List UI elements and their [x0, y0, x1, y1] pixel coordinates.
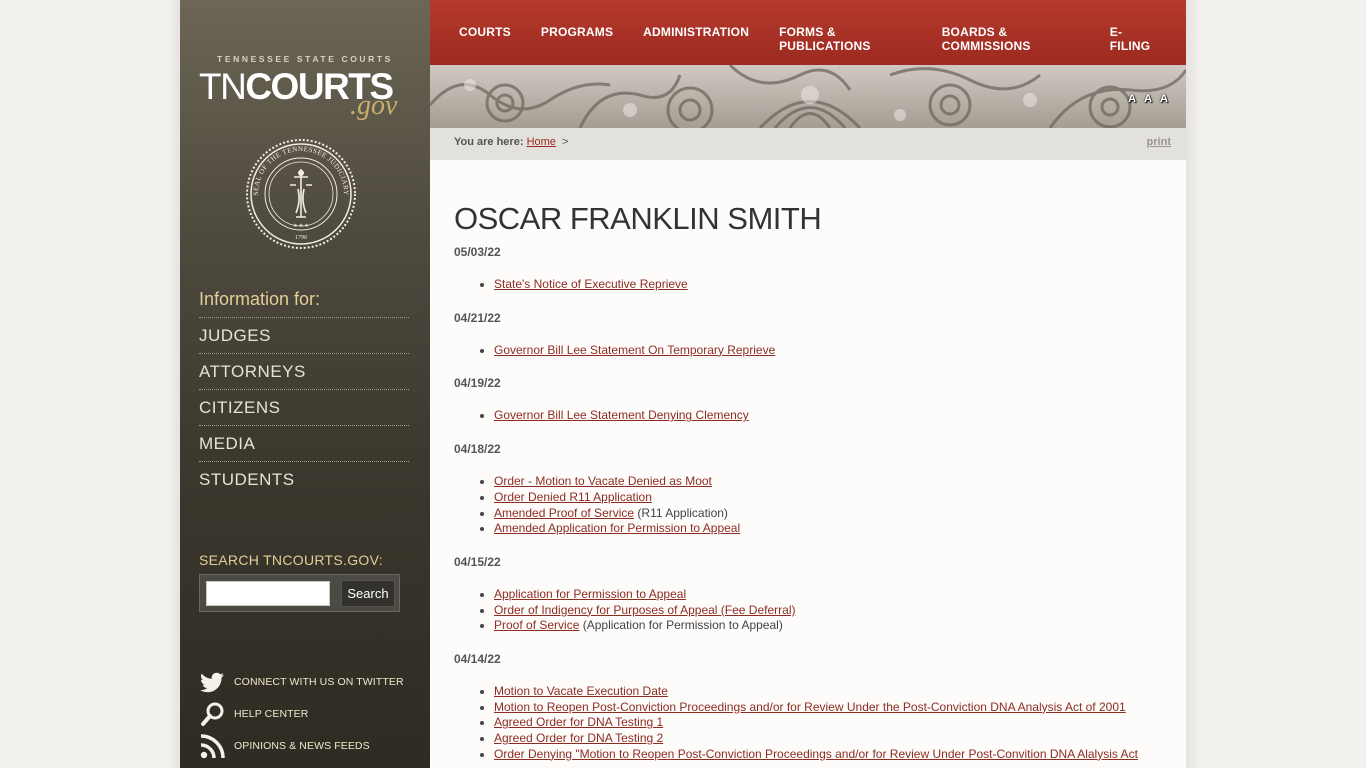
list-item: Order Denied R11 Application	[494, 490, 1164, 506]
document-note: (R11 Application)	[637, 505, 728, 520]
breadcrumb: You are here: Home >	[454, 136, 568, 148]
nav-boards-commissions[interactable]: BOARDS & COMMISSIONS	[942, 25, 1080, 53]
document-link[interactable]: Agreed Order for DNA Testing 2	[494, 731, 663, 745]
nav-programs[interactable]: PROGRAMS	[541, 25, 613, 53]
document-link[interactable]: Order Denied R11 Application	[494, 490, 652, 504]
list-item: Application for Permission to Appeal	[494, 587, 1164, 603]
document-list-section: Governor Bill Lee Statement Denying Clem…	[494, 408, 1164, 424]
list-item: Agreed Order for DNA Testing 2	[494, 731, 1164, 747]
section-date: 04/18/22	[454, 442, 501, 457]
logo-tn: TN	[199, 66, 247, 107]
document-note: (Application for Permission to Appeal)	[582, 618, 783, 633]
document-link[interactable]: Application for Permission to Appeal	[494, 587, 686, 601]
search-button[interactable]: Search	[341, 580, 395, 607]
section-date: 04/14/22	[454, 652, 501, 667]
nav-forms-publications[interactable]: FORMS & PUBLICATIONS	[779, 25, 912, 53]
document-link[interactable]: State's Notice of Executive Reprieve	[494, 277, 688, 291]
list-item: Governor Bill Lee Statement Denying Clem…	[494, 408, 1164, 424]
list-item: State's Notice of Executive Reprieve	[494, 277, 1164, 293]
section-date: 04/21/22	[454, 310, 501, 325]
audience-nav-citizens[interactable]: CITIZENS	[199, 389, 409, 425]
document-link[interactable]: Proof of Service	[494, 618, 579, 632]
audience-nav: JUDGES ATTORNEYS CITIZENS MEDIA STUDENTS	[199, 317, 409, 497]
info-for-heading: Information for:	[199, 289, 321, 309]
list-item: Order of Indigency for Purposes of Appea…	[494, 603, 1164, 619]
breadcrumb-bar: You are here: Home > print	[430, 128, 1186, 160]
list-item: Order Denying "Motion to Reopen Post-Con…	[494, 747, 1164, 763]
document-link[interactable]: Motion to Vacate Execution Date	[494, 684, 668, 698]
audience-nav-attorneys[interactable]: ATTORNEYS	[199, 353, 409, 389]
document-link[interactable]: Governor Bill Lee Statement Denying Clem…	[494, 408, 749, 422]
section-date: 05/03/22	[454, 245, 501, 259]
top-nav: COURTS PROGRAMS ADMINISTRATION FORMS & P…	[430, 0, 1186, 65]
print-link[interactable]: print	[1147, 136, 1171, 148]
document-list-section: Order - Motion to Vacate Denied as Moot O…	[494, 474, 1164, 537]
document-link[interactable]: Motion to Reopen Post-Conviction Proceed…	[494, 700, 1126, 714]
list-item: Motion to Vacate Execution Date	[494, 684, 1164, 700]
twitter-icon	[200, 672, 224, 693]
document-link[interactable]: Order Denying "Motion to Reopen Post-Con…	[494, 747, 1138, 761]
breadcrumb-home-link[interactable]: Home	[527, 136, 556, 148]
help-center-label: HELP CENTER	[234, 708, 309, 720]
feeds-link[interactable]: OPINIONS & NEWS FEEDS	[199, 732, 419, 760]
search-label: SEARCH TNCOURTS.GOV:	[199, 552, 383, 568]
page-shadow-left	[166, 0, 180, 768]
logo-tagline: TENNESSEE STATE COURTS	[217, 54, 393, 64]
document-link[interactable]: Amended Proof of Service	[494, 506, 634, 520]
font-size-medium-button[interactable]: A	[1144, 93, 1152, 105]
list-item: Proof of Service (Application for Permis…	[494, 618, 1164, 634]
list-item: Amended Proof of Service (R11 Applicatio…	[494, 506, 1164, 522]
document-list-section: State's Notice of Executive Reprieve	[494, 277, 1164, 293]
audience-nav-students[interactable]: STUDENTS	[199, 461, 409, 497]
nav-e-filing[interactable]: E-FILING	[1110, 25, 1156, 53]
svg-text:★ ★ ★: ★ ★ ★	[293, 223, 309, 229]
page-shadow-right	[1186, 0, 1200, 768]
section-date: 04/19/22	[454, 376, 501, 391]
document-link[interactable]: Order of Indigency for Purposes of Appea…	[494, 603, 795, 617]
search-input[interactable]	[206, 581, 330, 606]
seal-year: 1796	[295, 235, 307, 241]
rss-icon	[200, 734, 225, 759]
header-banner: A A A	[430, 65, 1186, 128]
document-list-section: Application for Permission to Appeal Orde…	[494, 587, 1164, 634]
twitter-link[interactable]: CONNECT WITH US ON TWITTER	[199, 668, 419, 696]
judiciary-seal-icon: ★ ★ ★ 1796 SEAL OF THE TENNESSEE JUDICIA…	[246, 139, 356, 249]
list-item: Governor Bill Lee Statement On Temporary…	[494, 343, 1164, 359]
section-date: 04/15/22	[454, 554, 501, 569]
font-size-controls: A A A	[1128, 93, 1168, 105]
document-link[interactable]: Governor Bill Lee Statement On Temporary…	[494, 343, 775, 357]
help-center-link[interactable]: HELP CENTER	[199, 700, 419, 728]
document-list: 05/03/22 State's Notice of Executive Repr…	[454, 244, 1164, 768]
twitter-label: CONNECT WITH US ON TWITTER	[234, 676, 404, 688]
logo-gov: .gov	[350, 90, 398, 121]
nav-administration[interactable]: ADMINISTRATION	[643, 25, 749, 53]
search-box: Search	[199, 574, 400, 612]
document-link[interactable]: Order - Motion to Vacate Denied as Moot	[494, 474, 712, 488]
font-size-small-button[interactable]: A	[1128, 93, 1136, 105]
breadcrumb-separator: >	[562, 136, 569, 148]
list-item: Order - Motion to Vacate Denied as Moot	[494, 474, 1164, 490]
magnifier-icon	[201, 702, 224, 726]
list-item: Amended Application for Permission to Ap…	[494, 521, 1164, 537]
ornament-image	[430, 65, 1186, 128]
document-list-section: Motion to Vacate Execution Date Motion to…	[494, 684, 1164, 763]
audience-nav-judges[interactable]: JUDGES	[199, 317, 409, 353]
feeds-label: OPINIONS & NEWS FEEDS	[234, 740, 370, 752]
document-list-section: Governor Bill Lee Statement On Temporary…	[494, 343, 1164, 359]
font-size-large-button[interactable]: A	[1160, 93, 1168, 105]
list-item: Motion to Reopen Post-Conviction Proceed…	[494, 700, 1164, 716]
breadcrumb-label: You are here:	[454, 136, 524, 148]
sidebar: TENNESSEE STATE COURTS TNCOURTS .gov ★ ★…	[180, 0, 430, 768]
document-link[interactable]: Agreed Order for DNA Testing 1	[494, 715, 663, 729]
audience-nav-media[interactable]: MEDIA	[199, 425, 409, 461]
page-title: OSCAR FRANKLIN SMITH	[454, 201, 822, 236]
document-link[interactable]: Amended Application for Permission to Ap…	[494, 521, 740, 535]
main-content: OSCAR FRANKLIN SMITH 05/03/22 State's Not…	[430, 160, 1186, 768]
nav-courts[interactable]: COURTS	[459, 25, 511, 53]
list-item: Agreed Order for DNA Testing 1	[494, 715, 1164, 731]
